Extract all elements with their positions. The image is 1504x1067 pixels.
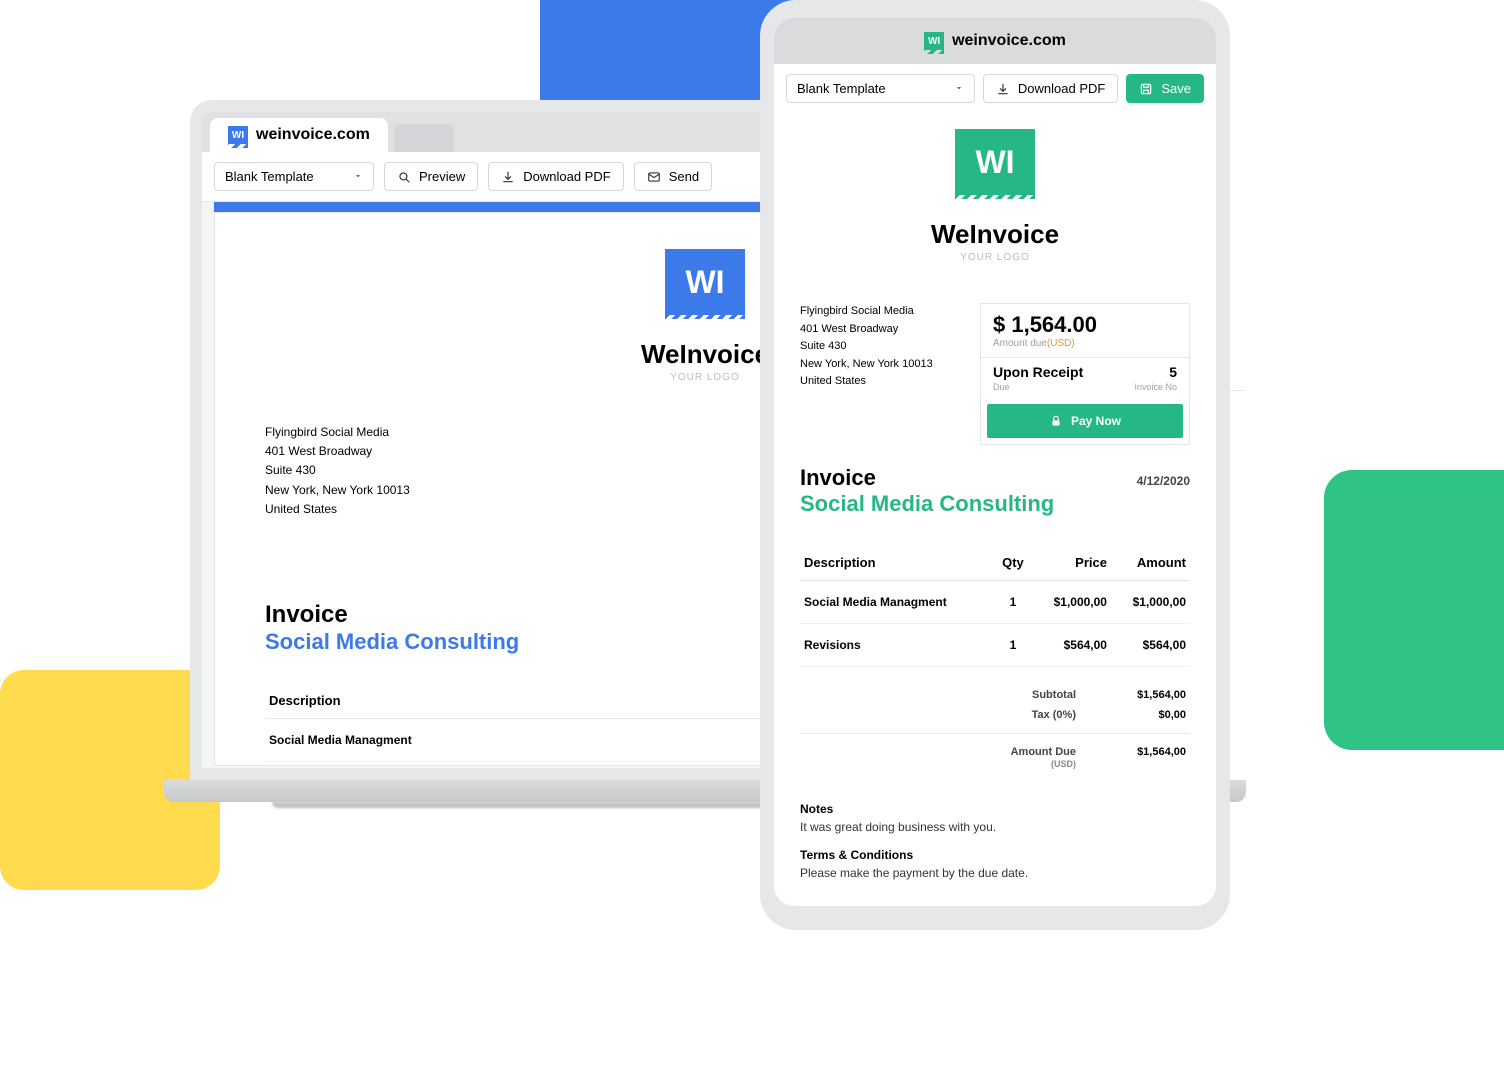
chevron-down-icon [954,81,964,96]
brand-logo: WI [665,249,745,329]
send-button[interactable]: Send [634,162,712,191]
phone-toolbar: Blank Template Download PDF Save [774,64,1216,113]
invoice-document-mobile: WI WeInvoice YOUR LOGO Flyingbird Social… [774,113,1216,906]
preview-label: Preview [419,169,465,184]
sender-address: Flyingbird Social Media 401 West Broadwa… [800,303,933,445]
download-button[interactable]: Download PDF [488,162,623,191]
amount-due-value: $ 1,564.00 [981,304,1189,338]
brand-subtitle: YOUR LOGO [800,252,1190,263]
table-row: Revisions1$564,00$564,00 [800,624,1190,667]
template-select[interactable]: Blank Template [214,162,374,191]
template-select[interactable]: Blank Template [786,74,975,103]
download-label: Download PDF [523,169,610,184]
chevron-down-icon [353,169,363,184]
notes-block: Notes It was great doing business with y… [800,802,1190,834]
phone-header-title: weinvoice.com [952,32,1066,50]
invoice-heading: Invoice [800,465,1054,491]
line-items-table: Description Qty Price Amount Social Medi… [800,545,1190,667]
col-description: Description [800,545,994,581]
download-icon [996,82,1010,96]
totals-block: Subtotal$1,564,00 Tax (0%)$0,00 Amount D… [800,685,1190,774]
col-price: Price [1032,545,1111,581]
tab-title: weinvoice.com [256,126,370,144]
pay-now-button[interactable]: Pay Now [987,404,1183,438]
mail-icon [647,170,661,184]
save-label: Save [1161,81,1191,96]
wi-logo-icon: WI [228,126,248,144]
invoice-date: 4/12/2020 [1137,474,1190,488]
bg-shape-green [1324,470,1504,750]
template-select-label: Blank Template [797,81,886,96]
brand-name: WeInvoice [800,219,1190,250]
brand-logo: WI [955,129,1035,209]
preview-button[interactable]: Preview [384,162,478,191]
terms-block: Terms & Conditions Please make the payme… [800,848,1190,880]
search-icon [397,170,411,184]
lock-icon [1049,414,1063,428]
table-row: Social Media Managment1$1,000,00$1,000,0… [800,581,1190,624]
download-icon [501,170,515,184]
invoice-subject: Social Media Consulting [800,491,1054,517]
col-description: Description [265,683,814,719]
sender-address: Flyingbird Social Media 401 West Broadwa… [265,423,410,565]
save-button[interactable]: Save [1126,74,1204,103]
due-term: Upon Receipt [993,364,1083,380]
save-icon [1139,82,1153,96]
amount-box: $ 1,564.00 Amount due(USD) Upon Receipt … [980,303,1190,445]
phone-frame: WI weinvoice.com Blank Template Download… [760,0,1230,930]
col-qty: Qty [994,545,1032,581]
browser-tab-blank[interactable] [394,124,454,152]
wi-logo-icon: WI [924,32,944,50]
phone-header: WI weinvoice.com [774,18,1216,64]
col-amount: Amount [1111,545,1190,581]
download-button[interactable]: Download PDF [983,74,1118,103]
invoice-number: 5 [1169,364,1177,380]
download-label: Download PDF [1018,81,1105,96]
send-label: Send [669,169,699,184]
template-select-label: Blank Template [225,169,314,184]
browser-tab-active[interactable]: WI weinvoice.com [210,118,388,152]
pay-label: Pay Now [1071,414,1121,428]
